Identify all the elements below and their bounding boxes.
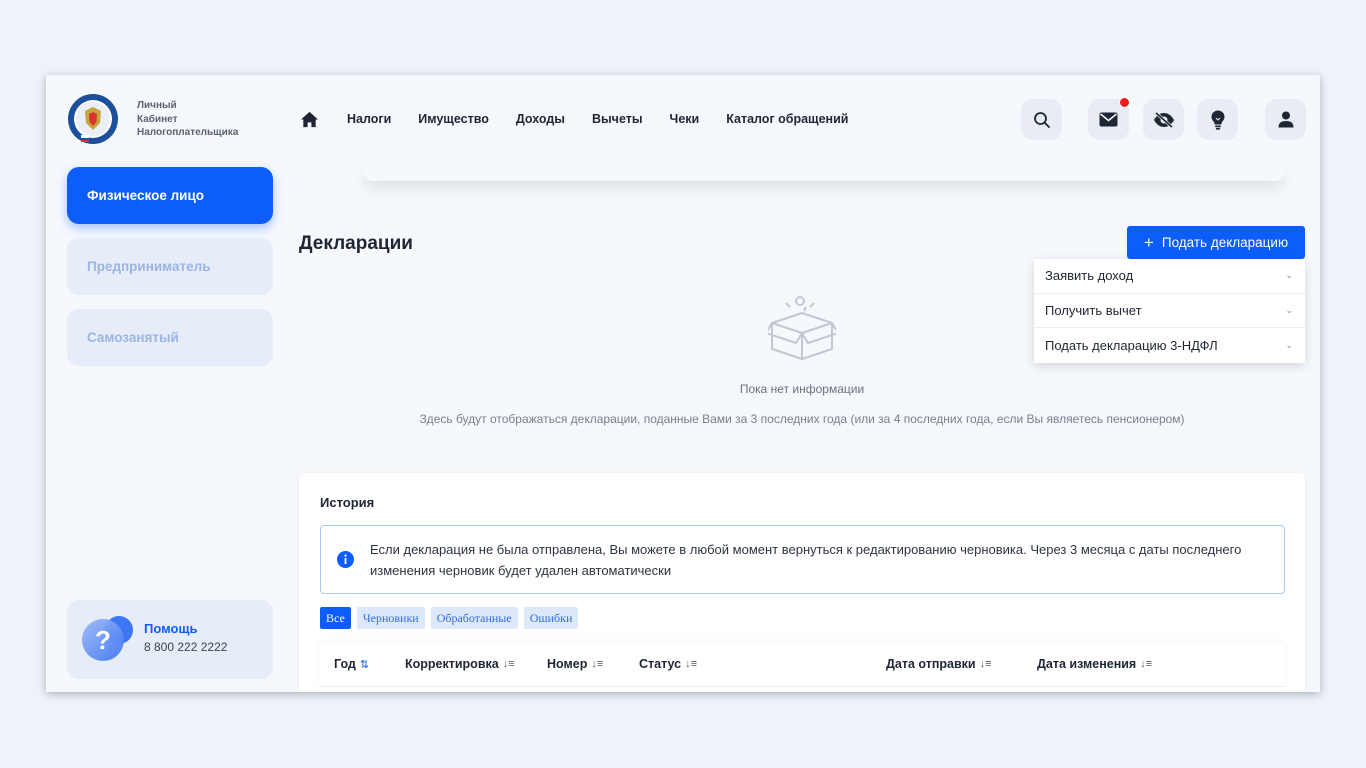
column-label: Дата изменения	[1037, 657, 1137, 671]
column-sent-date[interactable]: Дата отправки ↓≡	[886, 657, 992, 671]
page-title: Декларации	[299, 233, 413, 254]
sort-icon: ↓≡	[685, 658, 698, 670]
chevron-down-icon: ⌄	[1285, 270, 1293, 281]
logo-line-2: Кабинет	[137, 113, 178, 125]
empty-box-icon	[768, 296, 836, 360]
sort-icon: ↓≡	[502, 658, 515, 670]
nav-item-taxes[interactable]: Налоги	[347, 112, 391, 126]
column-label: Статус	[639, 657, 682, 671]
fns-emblem-icon[interactable]	[67, 93, 119, 145]
column-year[interactable]: Год ⇅	[334, 657, 369, 671]
sidebar-item-self-employed[interactable]: Самозанятый	[67, 309, 273, 366]
nav-item-appeals-catalog[interactable]: Каталог обращений	[726, 112, 848, 126]
nav-item-property[interactable]: Имущество	[418, 112, 489, 126]
logo-line-3: Налогоплательщика	[137, 127, 239, 138]
filter-drafts[interactable]: Черновики	[356, 607, 425, 629]
home-icon[interactable]	[300, 110, 319, 129]
dropdown-item-label: Получить вычет	[1045, 303, 1142, 319]
info-icon	[337, 551, 354, 568]
submit-declaration-label: Подать декларацию	[1161, 235, 1289, 250]
nav-item-deductions[interactable]: Вычеты	[592, 112, 643, 126]
filter-all[interactable]: Все	[320, 607, 351, 629]
chevron-down-icon: ⌄	[1285, 305, 1293, 316]
svg-text:?: ?	[95, 625, 111, 655]
bulb-icon	[1211, 110, 1224, 130]
visually-impaired-button[interactable]	[1143, 99, 1184, 140]
history-panel: История Если декларация не была отправле…	[299, 473, 1305, 692]
app-window: Личный Кабинет Налогоплательщика Физичес…	[46, 75, 1320, 692]
main-nav: Налоги Имущество Доходы Вычеты Чеки Ката…	[347, 112, 875, 126]
column-number[interactable]: Номер ↓≡	[547, 657, 603, 671]
dropdown-item-label: Подать декларацию 3-НДФЛ	[1045, 338, 1218, 354]
nav-item-income[interactable]: Доходы	[516, 112, 565, 126]
empty-state-description: Здесь будут отображаться декларации, под…	[419, 412, 1185, 426]
tips-button[interactable]	[1197, 99, 1238, 140]
plus-icon: +	[1143, 233, 1154, 252]
chevron-down-icon: ⌄	[1285, 340, 1293, 351]
sort-icon: ↓≡	[591, 658, 604, 670]
search-button[interactable]	[1021, 99, 1062, 140]
empty-state-title: Пока нет информации	[739, 382, 865, 396]
question-icon: ?	[82, 616, 133, 661]
column-label: Номер	[547, 657, 588, 671]
sort-icon: ↓≡	[979, 658, 992, 670]
header-shadow-divider	[364, 163, 1284, 181]
column-correction[interactable]: Корректировка ↓≡	[405, 657, 515, 671]
filter-errors[interactable]: Ошибки	[523, 607, 579, 629]
search-icon	[1033, 111, 1050, 128]
sort-icon: ⇅	[359, 658, 370, 671]
column-label: Год	[334, 657, 356, 671]
column-label: Корректировка	[405, 657, 499, 671]
eye-off-icon	[1153, 111, 1174, 128]
history-filters: Все Черновики Обработанные Ошибки	[320, 607, 579, 629]
logo-text: Личный Кабинет Налогоплательщика	[137, 99, 238, 140]
help-card[interactable]: ? Помощь 8 800 222 2222	[67, 600, 273, 679]
submit-declaration-button[interactable]: + Подать декларацию	[1127, 226, 1305, 259]
column-label: Дата отправки	[886, 657, 976, 671]
history-table-header: Год ⇅ Корректировка ↓≡ Номер ↓≡ Статус ↓…	[320, 643, 1285, 687]
dropdown-item-get-deduction[interactable]: Получить вычет ⌄	[1034, 294, 1305, 329]
logo-line-1: Личный	[137, 100, 177, 111]
info-text: Если декларация не была отправлена, Вы м…	[370, 542, 1242, 578]
column-modified-date[interactable]: Дата изменения ↓≡	[1037, 657, 1152, 671]
column-status[interactable]: Статус ↓≡	[639, 657, 697, 671]
sidebar-item-entrepreneur[interactable]: Предприниматель	[67, 238, 273, 295]
notification-badge	[1119, 97, 1130, 108]
info-alert: Если декларация не была отправлена, Вы м…	[320, 525, 1285, 594]
help-phone[interactable]: 8 800 222 2222	[144, 640, 227, 654]
filter-processed[interactable]: Обработанные	[430, 607, 518, 629]
dropdown-item-declare-income[interactable]: Заявить доход ⌄	[1034, 259, 1305, 294]
dropdown-item-label: Заявить доход	[1045, 268, 1134, 284]
dropdown-item-submit-3ndfl[interactable]: Подать декларацию 3-НДФЛ ⌄	[1034, 328, 1305, 363]
declaration-dropdown: Заявить доход ⌄ Получить вычет ⌄ Подать …	[1034, 259, 1305, 364]
sort-icon: ↓≡	[1140, 658, 1153, 670]
user-icon	[1278, 111, 1293, 128]
nav-item-receipts[interactable]: Чеки	[670, 112, 700, 126]
profile-button[interactable]	[1265, 99, 1306, 140]
sidebar-item-individual[interactable]: Физическое лицо	[67, 167, 273, 224]
mail-icon	[1099, 112, 1118, 127]
history-title: История	[320, 495, 375, 510]
help-title[interactable]: Помощь	[144, 621, 197, 636]
